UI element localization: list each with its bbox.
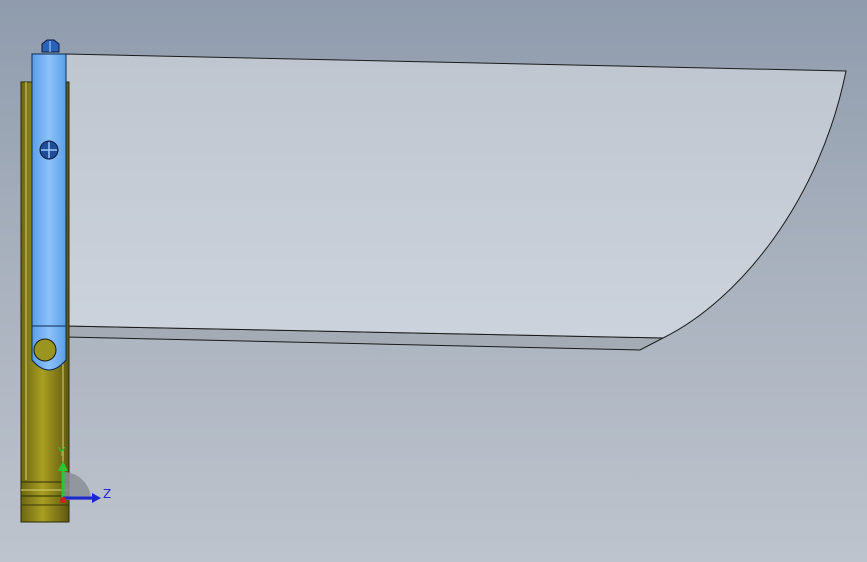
top-clip-icon[interactable]: [41, 39, 60, 53]
selected-link-arm[interactable]: [31, 53, 67, 371]
screw-head-icon[interactable]: [39, 140, 59, 160]
graphics-viewport[interactable]: Y Z: [0, 0, 867, 562]
model-scene[interactable]: Y Z: [0, 0, 867, 562]
triad-x-axis: [60, 497, 66, 503]
curved-sheet-face[interactable]: [65, 53, 847, 339]
triad-base-arc: [63, 472, 91, 500]
pivot-hole[interactable]: [33, 338, 57, 362]
triad-y-label: Y: [57, 445, 66, 459]
reference-triad: Y Z: [57, 445, 111, 503]
triad-z-label: Z: [103, 487, 111, 501]
triad-z-arrow: [92, 493, 101, 503]
